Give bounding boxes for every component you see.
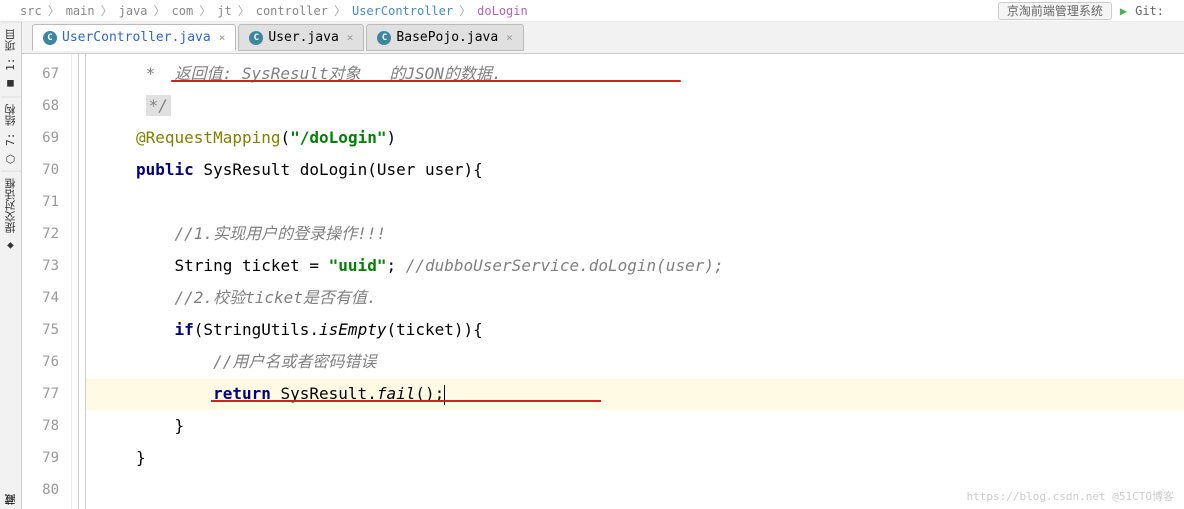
editor-tabs: C UserController.java × C User.java × C … [22,22,1184,54]
sidebar-tab-project[interactable]: ■ 1: 项目 [1,22,21,97]
tab-label: UserController.java [62,30,211,45]
line-gutter: 67 68 69 70 71 72 73 74 75 76 77 78 79 8… [22,54,72,509]
breadcrumb-item[interactable]: controller [256,4,328,18]
class-icon: C [377,31,391,45]
line-number: 72 [22,218,71,250]
line-number: 79 [22,442,71,474]
line-number: 76 [22,346,71,378]
breadcrumb-item[interactable]: src [20,4,42,18]
line-number: 80 [22,474,71,506]
breadcrumb-item[interactable]: jt [217,4,231,18]
breadcrumb: src〉 main〉 java〉 com〉 jt〉 controller〉 Us… [0,0,1184,22]
breadcrumb-item[interactable]: UserController [352,4,453,18]
git-label: Git: [1135,4,1164,18]
sidebar-bottom[interactable]: 藏 [1,490,21,509]
close-icon[interactable]: × [347,31,354,44]
line-number: 70 [22,154,71,186]
breadcrumb-item[interactable]: main [66,4,95,18]
tab-label: User.java [268,30,338,45]
line-number: 71 [22,186,71,218]
annotation-underline [211,400,601,402]
breadcrumb-item[interactable]: doLogin [477,4,528,18]
run-icon[interactable]: ▶ [1120,4,1127,18]
line-number: 75 [22,314,71,346]
breadcrumb-item[interactable]: java [119,4,148,18]
tool-window-bar: ■ 1: 项目 ⬡ 7: 结构 ◆ 提交对话框 藏 [0,22,22,509]
sidebar-tab-commit[interactable]: ◆ 提交对话框 [1,171,21,259]
watermark: https://blog.csdn.net @51CTO博客 [967,488,1174,504]
code-editor[interactable]: 67 68 69 70 71 72 73 74 75 76 77 78 79 8… [22,54,1184,509]
close-icon[interactable]: × [506,31,513,44]
line-number: 69 [22,122,71,154]
fold-gutter [72,54,86,509]
line-number: 73 [22,250,71,282]
editor-tab-basepojo[interactable]: C BasePojo.java × [366,24,523,51]
code-content[interactable]: * 返回值: SysResult对象 的JSON的数据. */ @Request… [86,54,1184,509]
breadcrumb-item[interactable]: com [172,4,194,18]
run-config-dropdown[interactable]: 京淘前端管理系统 [998,2,1112,20]
line-number: 68 [22,90,71,122]
annotation-underline [171,80,681,82]
tab-label: BasePojo.java [396,30,498,45]
editor-tab-usercontroller[interactable]: C UserController.java × [32,24,236,51]
class-icon: C [43,31,57,45]
line-number: 67 [22,58,71,90]
class-icon: C [249,31,263,45]
line-number: 78 [22,410,71,442]
line-number: 74 [22,282,71,314]
close-icon[interactable]: × [219,31,226,44]
line-number: 77 [22,378,71,410]
editor-tab-user[interactable]: C User.java × [238,24,364,51]
sidebar-tab-structure[interactable]: ⬡ 7: 结构 [1,97,21,172]
